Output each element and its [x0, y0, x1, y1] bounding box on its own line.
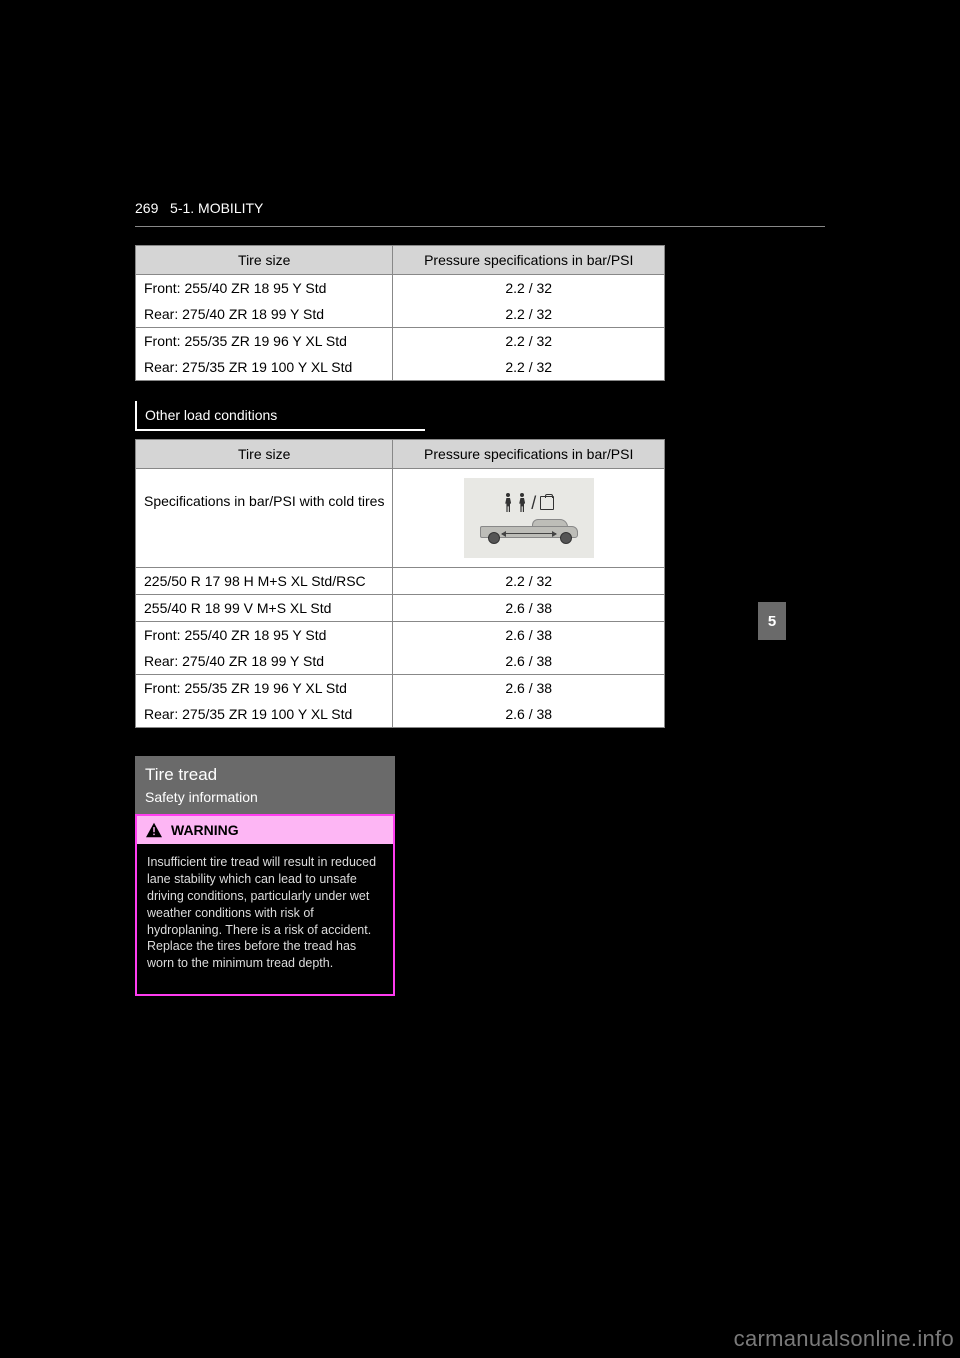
psi-cell: 2.2 / 32 [393, 301, 665, 328]
tire-tread-title: Tire tread Safety information [135, 756, 395, 814]
tire-size-cell: Rear: 275/35 ZR 19 100 Y XL Std [136, 701, 393, 728]
section-label: 5-1. MOBILITY [170, 200, 263, 216]
spec-label-cell: Specifications in bar/PSI with cold tire… [136, 469, 393, 568]
tire-tread-heading: Tire tread [145, 765, 258, 785]
table2-header-size: Tire size [136, 440, 393, 469]
header-rule [135, 226, 825, 227]
load-condition-cell: / [393, 469, 665, 568]
tire-size-cell: Rear: 275/35 ZR 19 100 Y XL Std [136, 354, 393, 381]
table-row: Front: 255/40 ZR 18 95 Y Std 2.6 / 38 [136, 622, 665, 649]
table1-header-psi: Pressure specifications in bar/PSI [393, 246, 665, 275]
tire-size-cell: Front: 255/40 ZR 18 95 Y Std [136, 622, 393, 649]
table-row: Rear: 275/35 ZR 19 100 Y XL Std 2.6 / 38 [136, 701, 665, 728]
tire-pressure-table-2: Tire size Pressure specifications in bar… [135, 439, 665, 728]
slash-icon: / [531, 493, 536, 514]
psi-cell: 2.6 / 38 [393, 648, 665, 675]
car-icon [474, 520, 584, 544]
warning-icon [145, 822, 163, 838]
tire-tread-section: Tire tread Safety information WARNING In… [135, 756, 395, 996]
person-icon [503, 493, 513, 513]
psi-cell: 2.6 / 38 [393, 675, 665, 702]
warning-label: WARNING [171, 822, 239, 838]
table-row: 255/40 R 18 99 V M+S XL Std 2.6 / 38 [136, 595, 665, 622]
safety-info-subtitle: Safety information [145, 789, 258, 805]
other-load-heading: Other load conditions [135, 401, 425, 431]
warning-body: Insufficient tire tread will result in r… [137, 844, 393, 994]
psi-cell: 2.6 / 38 [393, 622, 665, 649]
luggage-icon [540, 496, 554, 510]
load-condition-icon: / [464, 478, 594, 558]
tire-size-cell: Rear: 275/40 ZR 18 99 Y Std [136, 648, 393, 675]
table-row: 225/50 R 17 98 H M+S XL Std/RSC 2.2 / 32 [136, 568, 665, 595]
psi-cell: 2.2 / 32 [393, 354, 665, 381]
tire-size-cell: 255/40 R 18 99 V M+S XL Std [136, 595, 393, 622]
tire-size-cell: Front: 255/35 ZR 19 96 Y XL Std [136, 328, 393, 355]
table-row: Specifications in bar/PSI with cold tire… [136, 469, 665, 568]
table-row: Front: 255/40 ZR 18 95 Y Std 2.2 / 32 [136, 275, 665, 302]
warning-header: WARNING [137, 816, 393, 844]
tire-size-cell: Rear: 275/40 ZR 18 99 Y Std [136, 301, 393, 328]
table1-header-size: Tire size [136, 246, 393, 275]
psi-cell: 2.6 / 38 [393, 701, 665, 728]
tire-pressure-table-1: Tire size Pressure specifications in bar… [135, 245, 665, 381]
warning-box: WARNING Insufficient tire tread will res… [135, 814, 395, 996]
page-number: 269 [135, 200, 158, 216]
psi-cell: 2.2 / 32 [393, 328, 665, 355]
table-row: Rear: 275/35 ZR 19 100 Y XL Std 2.2 / 32 [136, 354, 665, 381]
chapter-tab: 5 [758, 602, 786, 640]
person-icon [517, 493, 527, 513]
watermark: carmanualsonline.info [734, 1326, 954, 1352]
tire-size-cell: 225/50 R 17 98 H M+S XL Std/RSC [136, 568, 393, 595]
tire-size-cell: Front: 255/40 ZR 18 95 Y Std [136, 275, 393, 302]
page-header: 269 5-1. MOBILITY [135, 200, 825, 218]
tire-size-cell: Front: 255/35 ZR 19 96 Y XL Std [136, 675, 393, 702]
psi-cell: 2.6 / 38 [393, 595, 665, 622]
psi-cell: 2.2 / 32 [393, 275, 665, 302]
table-row: Front: 255/35 ZR 19 96 Y XL Std 2.6 / 38 [136, 675, 665, 702]
table-row: Rear: 275/40 ZR 18 99 Y Std 2.2 / 32 [136, 301, 665, 328]
manual-page: 269 5-1. MOBILITY Tire size Pressure spe… [135, 200, 825, 996]
table2-header-psi: Pressure specifications in bar/PSI [393, 440, 665, 469]
table-row: Rear: 275/40 ZR 18 99 Y Std 2.6 / 38 [136, 648, 665, 675]
table-row: Front: 255/35 ZR 19 96 Y XL Std 2.2 / 32 [136, 328, 665, 355]
psi-cell: 2.2 / 32 [393, 568, 665, 595]
